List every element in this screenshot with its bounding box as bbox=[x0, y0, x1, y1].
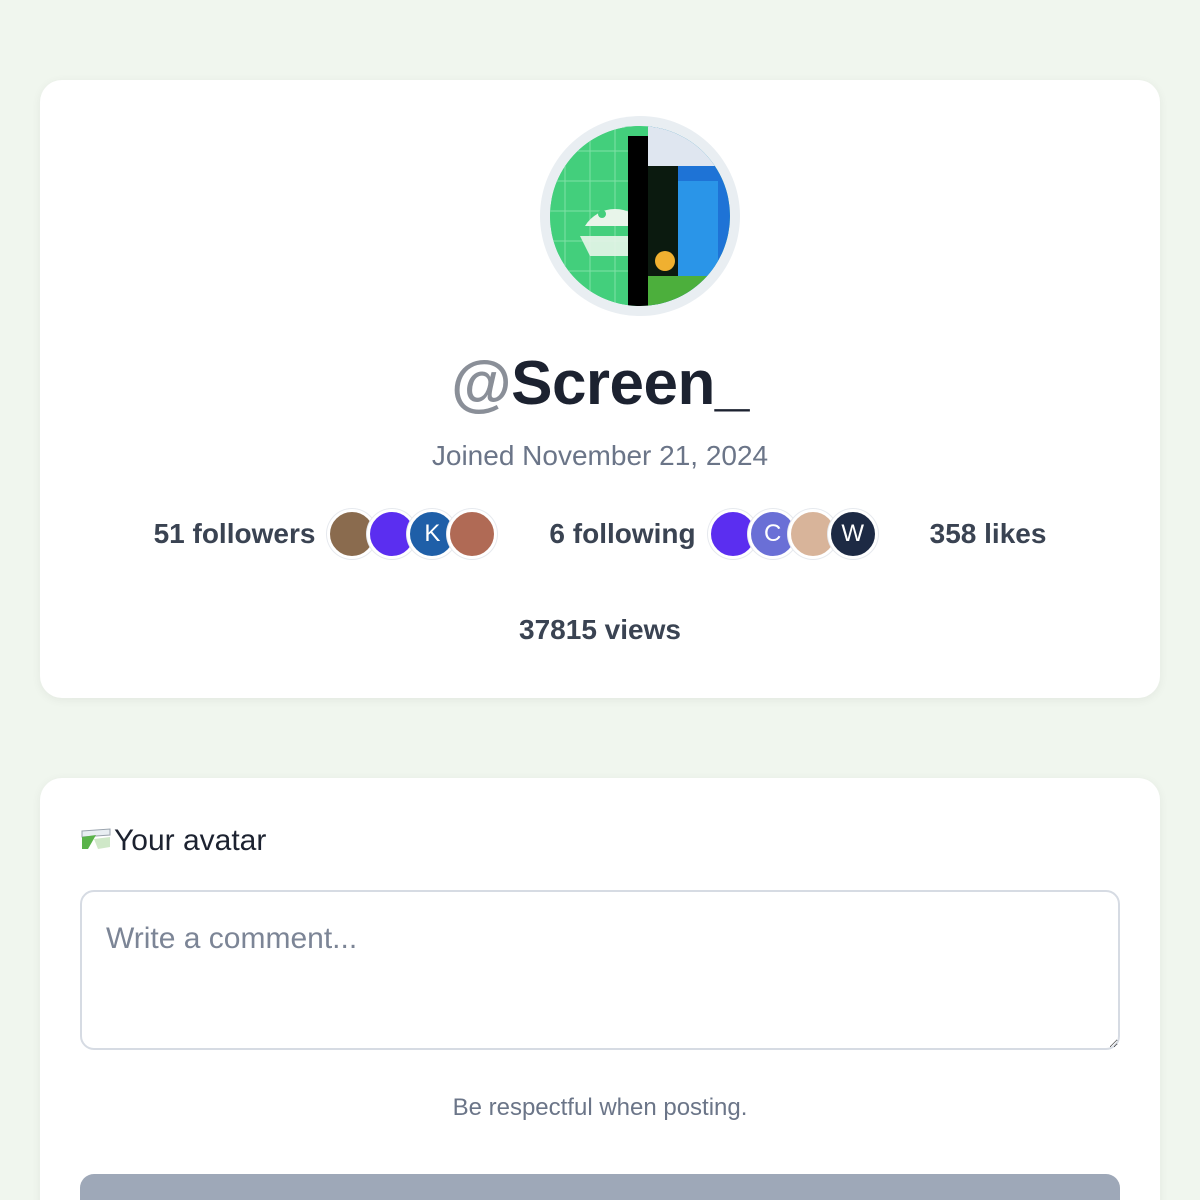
followers-stat[interactable]: 51 followers K bbox=[154, 509, 498, 559]
profile-avatar-image bbox=[550, 126, 730, 306]
at-sign: @ bbox=[451, 349, 512, 418]
follower-avatar-photo-2[interactable] bbox=[447, 509, 498, 559]
username-handle: Screen_ bbox=[511, 349, 749, 418]
following-avatar-stack[interactable]: CW bbox=[707, 509, 878, 559]
following-count: 6 following bbox=[549, 518, 696, 549]
comment-input[interactable] bbox=[80, 890, 1120, 1050]
profile-card: @Screen_ Joined November 21, 2024 51 fol… bbox=[40, 80, 1160, 698]
profile-avatar[interactable] bbox=[540, 116, 740, 316]
your-avatar-alt-text: Your avatar bbox=[114, 824, 267, 857]
post-comment-button[interactable] bbox=[80, 1174, 1120, 1200]
joined-date: Joined November 21, 2024 bbox=[431, 440, 769, 471]
following-stat[interactable]: 6 following CW bbox=[549, 509, 878, 559]
stats-row: 51 followers K 6 following CW 358 likes bbox=[40, 506, 1160, 562]
followers-avatar-stack[interactable]: K bbox=[327, 509, 498, 559]
followers-count: 51 followers bbox=[153, 518, 316, 549]
likes-stat: 358 likes bbox=[930, 518, 1047, 550]
profile-username: @Screen_ bbox=[40, 348, 1160, 419]
broken-image-icon bbox=[80, 827, 112, 855]
likes-count: 358 likes bbox=[929, 518, 1047, 549]
your-avatar: Your avatar bbox=[80, 824, 266, 858]
posting-hint: Be respectful when posting. bbox=[452, 1094, 748, 1121]
views-count: 37815 views bbox=[519, 614, 681, 645]
following-avatar-w[interactable]: W bbox=[827, 509, 878, 559]
comment-card: Your avatar Be respectful when posting. bbox=[40, 778, 1160, 1200]
